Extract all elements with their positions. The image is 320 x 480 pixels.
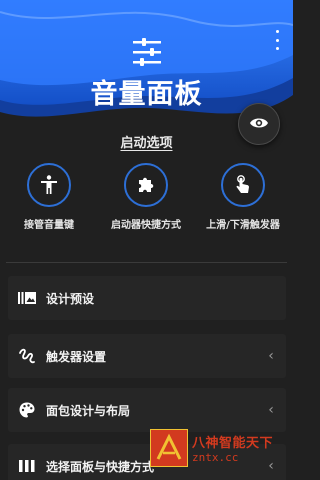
sliders-icon [131, 37, 163, 67]
eye-icon [249, 115, 269, 134]
chevron-left-icon: ‹ [268, 402, 274, 418]
panels-icon [18, 457, 36, 475]
chevron-left-icon: ‹ [268, 348, 274, 364]
menu-item-design-presets[interactable]: 设计预设 [8, 276, 286, 320]
launch-options-title[interactable]: 启动选项 [0, 132, 293, 151]
option-label: 接管音量键 [24, 220, 74, 231]
watermark-logo [150, 429, 188, 467]
menu-item-label: 触发器设置 [46, 349, 107, 364]
option-volume-keys[interactable]: 接管音量键 [1, 163, 97, 232]
watermark-line2: zntx.cc [192, 451, 239, 464]
divider [6, 262, 287, 263]
accessibility-icon [27, 163, 71, 207]
menu-item-label: 面包设计与布局 [46, 403, 131, 418]
gesture-icon [18, 347, 36, 365]
overflow-menu-icon[interactable] [270, 30, 284, 50]
menu-item-panel-design[interactable]: 面包设计与布局 ‹ [8, 388, 286, 432]
watermark: 八神智能天下 zntx.cc [150, 428, 290, 468]
watermark-line1: 八神智能天下 [192, 436, 274, 451]
menu-item-label: 设计预设 [46, 291, 95, 306]
launch-options: 接管音量键 启动器快捷方式 上滑/下滑触发器 [0, 163, 293, 253]
palette-icon [18, 401, 36, 419]
option-label: 启动器快捷方式 [111, 220, 181, 231]
touch-icon [221, 163, 265, 207]
watermark-text: 八神智能天下 zntx.cc [192, 432, 273, 464]
volume-panel-screen: 音量面板 启动选项 接管音量键 启动器快捷方式 上滑/下滑触发器 设计预设 触发… [0, 0, 293, 480]
puzzle-icon [124, 163, 168, 207]
option-swipe-trigger[interactable]: 上滑/下滑触发器 [195, 163, 291, 232]
menu-item-trigger-settings[interactable]: 触发器设置 ‹ [8, 334, 286, 378]
option-launcher-shortcut[interactable]: 启动器快捷方式 [98, 163, 194, 232]
option-label: 上滑/下滑触发器 [206, 220, 280, 231]
preset-icon [18, 289, 36, 307]
